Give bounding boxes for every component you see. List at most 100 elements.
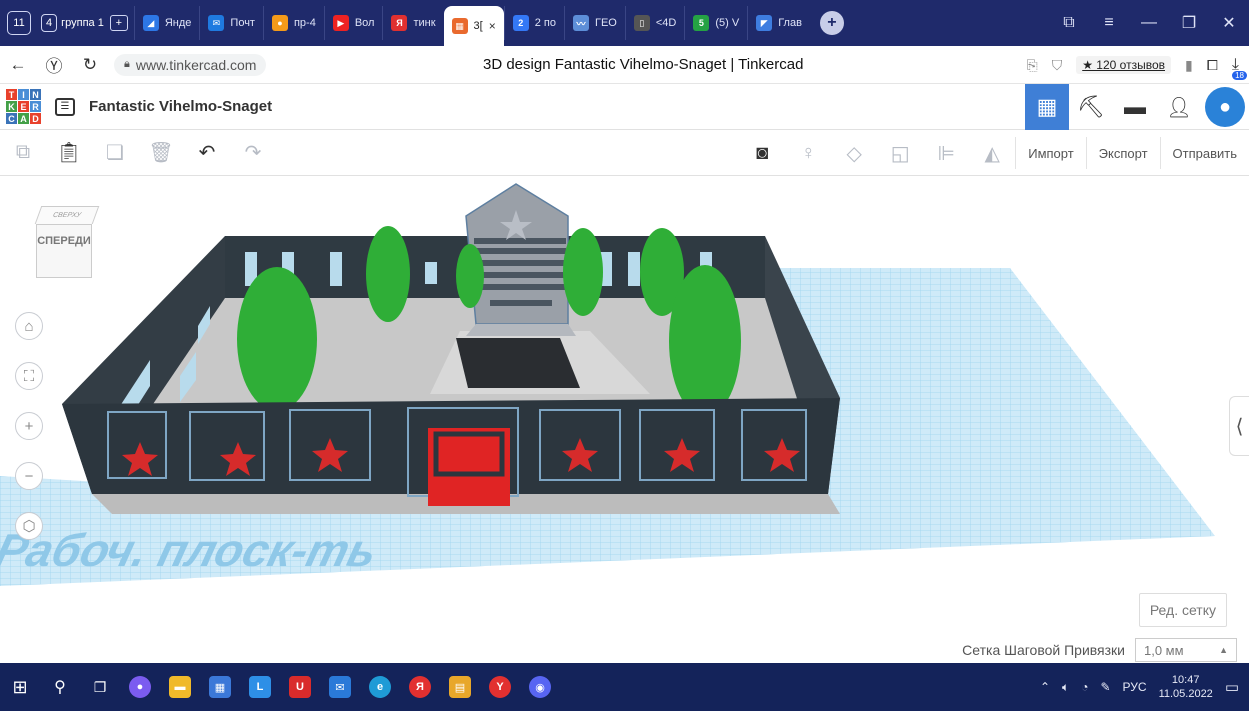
wifi-icon[interactable]: ◔ bbox=[1081, 680, 1088, 694]
3d-view-button[interactable]: ▦ bbox=[1025, 84, 1069, 130]
discord-icon[interactable]: ◉ bbox=[520, 663, 560, 711]
yandex-browser-icon[interactable]: Y bbox=[480, 663, 520, 711]
new-tab-button[interactable]: + bbox=[819, 11, 844, 35]
app-l-icon[interactable]: L bbox=[240, 663, 280, 711]
volume-icon[interactable]: 🔈︎ bbox=[1062, 680, 1069, 695]
designs-list-icon[interactable]: ☰ bbox=[55, 97, 75, 116]
browser-tab[interactable]: ◤ Глав bbox=[747, 6, 810, 40]
language-indicator[interactable]: РУС bbox=[1123, 680, 1147, 694]
clock[interactable]: 10:47 11.05.2022 bbox=[1159, 673, 1213, 701]
browser-tab[interactable]: ◢ Янде bbox=[133, 6, 200, 40]
panel-collapse-icon[interactable]: ⟨ bbox=[1229, 396, 1249, 456]
start-icon[interactable]: ⊞ bbox=[0, 663, 40, 711]
browser-tab[interactable]: 5 (5) V bbox=[684, 6, 747, 40]
add-user-icon[interactable]: 👤︎ bbox=[1157, 84, 1201, 130]
copy-icon[interactable]: ⧉ bbox=[0, 130, 46, 176]
back-icon[interactable]: ← bbox=[0, 55, 36, 75]
tab-label: (5) V bbox=[715, 17, 740, 29]
tab-list: ◢ Янде ✉ Почт ● пр-4 ▶ Вол Ятинк ▦ 3[× 2 2 по 〰 ГЕО ▯ <4… bbox=[133, 0, 810, 46]
workplane-label: Рабоч. плоск-ть bbox=[0, 525, 382, 576]
app-header: TIN KER CAD ☰ Fantastic Vihelmo-Snaget ▦ ⛏… bbox=[0, 84, 1249, 130]
tab-copy-icon[interactable]: ⧉ bbox=[1049, 14, 1089, 32]
restore-icon[interactable]: ❐ bbox=[1169, 13, 1209, 33]
menu-icon[interactable]: ≡ bbox=[1089, 14, 1129, 32]
view-cube-top[interactable]: СВЕРХУ bbox=[34, 206, 100, 224]
logo-letter: T bbox=[6, 89, 17, 100]
send-button[interactable]: Отправить bbox=[1159, 137, 1249, 169]
lock-icon: 🔒︎ bbox=[124, 58, 130, 70]
tab-label: 2 по bbox=[534, 17, 556, 29]
reload-icon[interactable]: ↻ bbox=[72, 55, 108, 75]
yandex-taskbar-icon[interactable]: Я bbox=[400, 663, 440, 711]
downloads-icon[interactable]: ⤓ 18 bbox=[1232, 56, 1247, 80]
browser-tab[interactable]: 2 2 по bbox=[503, 6, 564, 40]
close-icon[interactable]: ✕ bbox=[1209, 13, 1249, 33]
redo-icon[interactable]: ↷ bbox=[230, 130, 276, 176]
blocks-pickaxe-button[interactable]: ⛏ bbox=[1069, 84, 1113, 130]
store-icon[interactable]: ▦ bbox=[200, 663, 240, 711]
paste-icon[interactable]: 📋︎ bbox=[46, 130, 92, 176]
document-title[interactable]: Fantastic Vihelmo-Snaget bbox=[89, 98, 272, 115]
search-icon[interactable]: ⚲ bbox=[40, 663, 80, 711]
bricks-button[interactable]: ▬ bbox=[1113, 84, 1157, 130]
browser-tab[interactable]: ▶ Вол bbox=[323, 6, 383, 40]
view-cube-front[interactable]: СПЕРЕДИ bbox=[36, 224, 92, 278]
mcafee-icon[interactable]: U bbox=[280, 663, 320, 711]
workplane-viewport[interactable]: Рабоч. плоск-ть СВЕРХУ СПЕРЕДИ ⌂ ⛶ + − ⬡… bbox=[0, 176, 1249, 663]
delete-icon[interactable]: 🗑︎ bbox=[138, 130, 184, 176]
light-icon[interactable]: ♀ bbox=[785, 130, 831, 176]
tab-grid-icon[interactable]: 11 bbox=[7, 11, 31, 35]
tab-group[interactable]: 4 группа 1 bbox=[41, 11, 104, 35]
home-view-icon[interactable]: ⌂ bbox=[15, 312, 43, 340]
view-cube[interactable]: СВЕРХУ СПЕРЕДИ bbox=[32, 206, 102, 278]
minimize-icon[interactable]: — bbox=[1129, 14, 1169, 32]
browser-tab[interactable]: ✉ Почт bbox=[199, 6, 263, 40]
import-button[interactable]: Импорт bbox=[1015, 137, 1085, 169]
edit-grid-button[interactable]: Ред. сетку bbox=[1138, 593, 1227, 627]
notifications-icon[interactable]: ▭ bbox=[1225, 678, 1239, 696]
mail-icon[interactable]: ✉ bbox=[320, 663, 360, 711]
new-tab-group-icon[interactable]: + bbox=[109, 15, 128, 31]
protect-icon[interactable]: ⛉ bbox=[1052, 57, 1063, 74]
clock-time: 10:47 bbox=[1171, 674, 1200, 686]
task-view-icon[interactable]: ❐ bbox=[80, 663, 120, 711]
pen-icon[interactable]: ✎ bbox=[1100, 680, 1110, 694]
browser-tab[interactable]: Ятинк bbox=[382, 6, 443, 40]
header-right-controls: ▦ ⛏ ▬ 👤︎ ● bbox=[1025, 84, 1249, 130]
tab-close-icon[interactable]: × bbox=[489, 19, 496, 33]
reader-icon[interactable]: ⎘ bbox=[1027, 57, 1038, 74]
browser-tab[interactable]: ▯ <4D bbox=[624, 6, 685, 40]
yandex-icon[interactable]: Ⓨ bbox=[36, 52, 72, 77]
tinkercad-logo[interactable]: TIN KER CAD bbox=[6, 89, 41, 124]
shape-icon[interactable]: ◇ bbox=[831, 130, 877, 176]
edge-icon[interactable]: e bbox=[360, 663, 400, 711]
export-button[interactable]: Экспорт bbox=[1085, 137, 1160, 169]
bookmark-icon[interactable]: ▮ bbox=[1185, 57, 1193, 74]
file-explorer-icon[interactable]: ▬ bbox=[160, 663, 200, 711]
tab-label: Вол bbox=[354, 17, 375, 29]
align-icon[interactable]: ⊫ bbox=[923, 130, 969, 176]
undo-icon[interactable]: ↶ bbox=[184, 130, 230, 176]
browser-tab[interactable]: 〰 ГЕО bbox=[564, 6, 625, 40]
reviews-link[interactable]: ★ 120 отзывов bbox=[1076, 56, 1171, 74]
tab-favicon-icon: ● bbox=[271, 15, 288, 31]
fit-view-icon[interactable]: ⛶ bbox=[15, 362, 43, 390]
page-title: 3D design Fantastic Vihelmo-Snaget | Tin… bbox=[483, 56, 804, 73]
collections-icon[interactable]: ⧠ bbox=[1207, 57, 1218, 74]
zoom-in-icon[interactable]: + bbox=[15, 412, 43, 440]
mirror-icon[interactable]: ◭ bbox=[969, 130, 1015, 176]
url-field[interactable]: 🔒︎ www.tinkercad.com bbox=[114, 53, 267, 76]
cortana-icon[interactable]: ● bbox=[120, 663, 160, 711]
avatar[interactable]: ● bbox=[1205, 87, 1245, 127]
perspective-icon[interactable]: ⬡ bbox=[15, 512, 43, 540]
browser-tab[interactable]: ● пр-4 bbox=[262, 6, 324, 40]
office-icon[interactable]: ▤ bbox=[440, 663, 480, 711]
group-icon[interactable]: ◱ bbox=[877, 130, 923, 176]
notes-icon[interactable]: ◙ bbox=[739, 130, 785, 176]
zoom-out-icon[interactable]: − bbox=[15, 462, 43, 490]
address-right-controls: ⎘ ⛉ ★ 120 отзывов ▮ ⧠ ⤓ 18 bbox=[1027, 46, 1249, 84]
snap-grid-select[interactable]: 1,0 мм ▲ bbox=[1135, 638, 1237, 662]
browser-tab[interactable]: ▦ 3[× bbox=[443, 6, 504, 46]
tray-chevron-icon[interactable]: ⌃ bbox=[1040, 680, 1050, 694]
duplicate-icon[interactable]: ❏ bbox=[92, 130, 138, 176]
